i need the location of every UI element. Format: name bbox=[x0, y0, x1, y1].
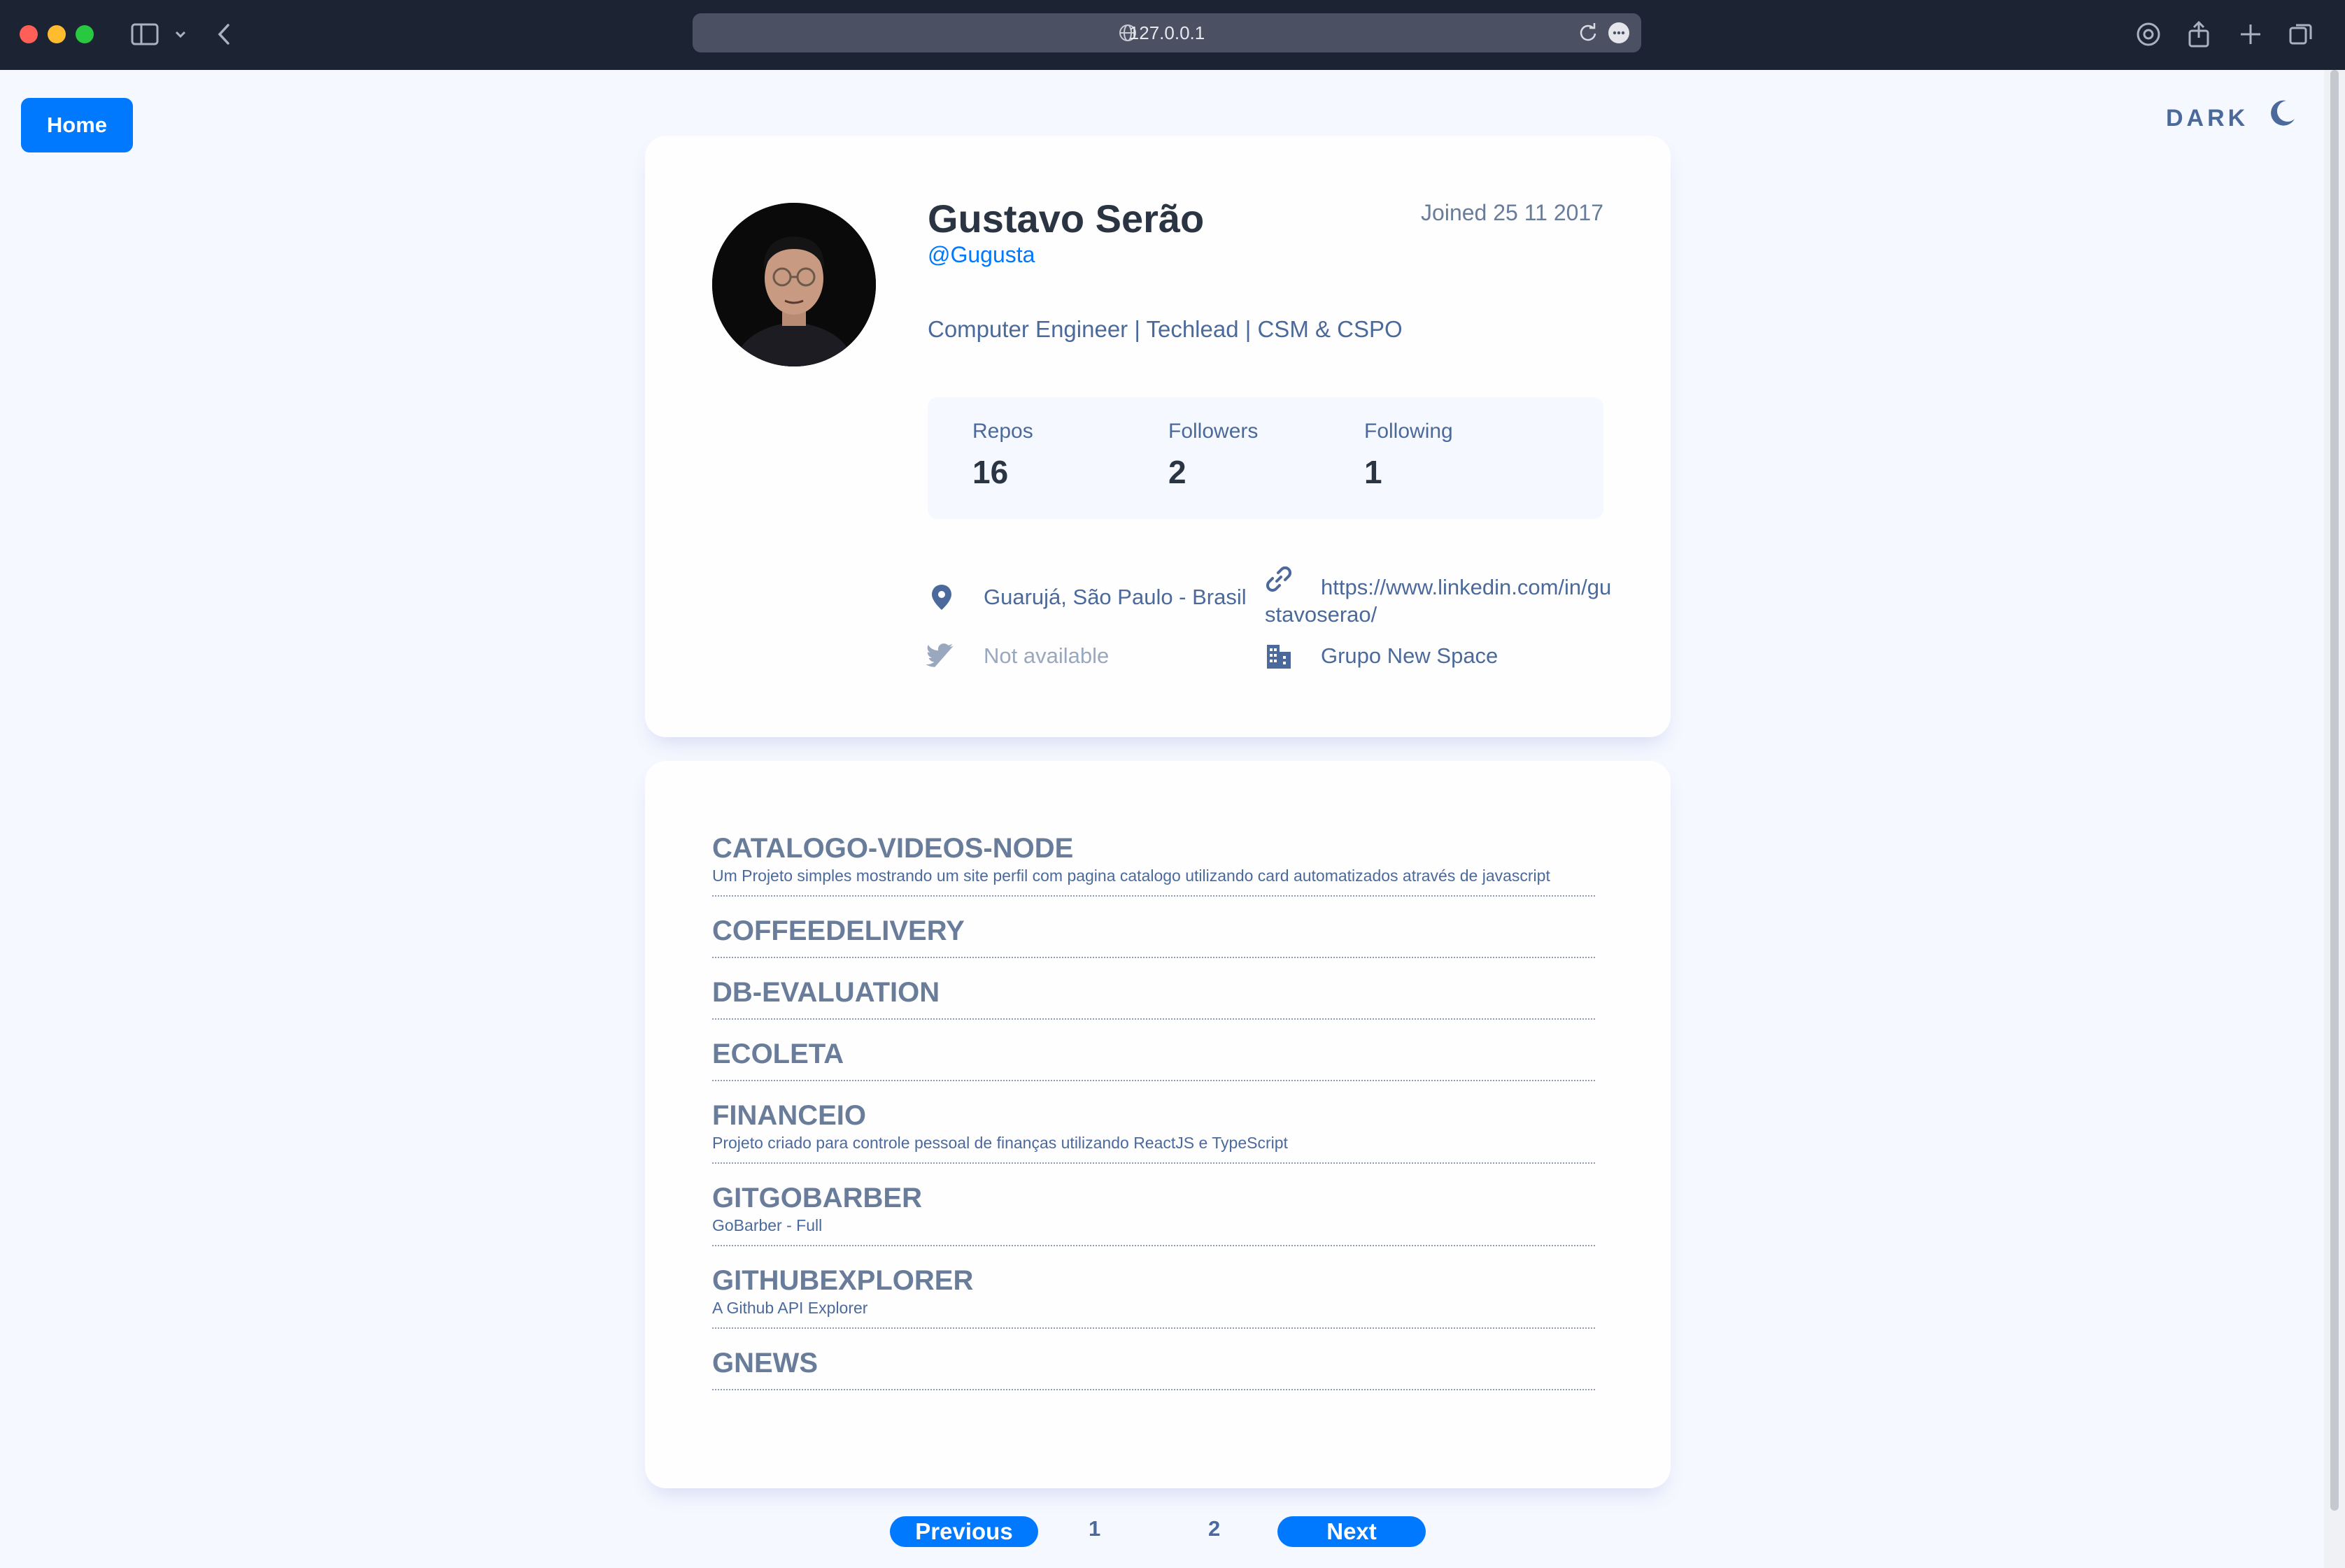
repo-item[interactable]: GITHUBEXPLORER A Github API Explorer bbox=[712, 1263, 1595, 1329]
website-line-1: https://www.linkedin.com/in/gu bbox=[1321, 575, 1612, 599]
page-scrollbar[interactable] bbox=[2324, 70, 2345, 1568]
repo-name[interactable]: GITHUBEXPLORER bbox=[712, 1263, 1595, 1297]
reload-icon[interactable] bbox=[1577, 22, 1599, 44]
avatar bbox=[712, 203, 876, 366]
twitter-text: Not available bbox=[984, 643, 1110, 668]
website-line-2: stavoserao/ bbox=[1265, 602, 1377, 627]
repo-item[interactable]: DB-EVALUATION bbox=[712, 975, 1595, 1020]
building-icon bbox=[1267, 645, 1291, 669]
page-number-1[interactable]: 1 bbox=[1089, 1516, 1100, 1541]
stat-following: Following 1 bbox=[1364, 420, 1453, 491]
stat-followers: Followers 2 bbox=[1168, 420, 1258, 491]
repo-item[interactable]: GITGOBARBER GoBarber - Full bbox=[712, 1181, 1595, 1246]
repo-description: Projeto criado para controle pessoal de … bbox=[712, 1134, 1288, 1152]
repo-item[interactable]: GNEWS bbox=[712, 1346, 1595, 1390]
sidebar-toggle-icon[interactable] bbox=[129, 18, 161, 50]
repo-name[interactable]: CATALOGO-VIDEOS-NODE bbox=[712, 831, 1595, 864]
repo-name[interactable]: DB-EVALUATION bbox=[712, 975, 1595, 1008]
stat-repos-label: Repos bbox=[972, 420, 1033, 443]
moon-icon bbox=[2271, 100, 2295, 126]
chevron-down-icon[interactable] bbox=[171, 18, 190, 50]
url-text[interactable]: 127.0.0.1 bbox=[693, 13, 1641, 52]
scrollbar-thumb[interactable] bbox=[2330, 70, 2339, 1511]
repo-item[interactable]: CATALOGO-VIDEOS-NODE Um Projeto simples … bbox=[712, 831, 1595, 897]
profile-bio: Computer Engineer | Techlead | CSM & CSP… bbox=[928, 316, 1403, 342]
previous-page-button[interactable]: Previous bbox=[890, 1516, 1038, 1547]
stat-following-label: Following bbox=[1364, 420, 1453, 443]
location-text: Guarujá, São Paulo - Brasil bbox=[984, 585, 1247, 609]
repo-item[interactable]: FINANCEIO Projeto criado para controle p… bbox=[712, 1098, 1595, 1164]
repo-name[interactable]: GNEWS bbox=[712, 1346, 1595, 1379]
maximize-window-button[interactable] bbox=[76, 25, 94, 43]
profile-handle-link[interactable]: @Gugusta bbox=[928, 242, 1035, 268]
share-icon[interactable] bbox=[2183, 18, 2215, 50]
stat-repos-value: 16 bbox=[972, 454, 1009, 490]
more-options-icon[interactable] bbox=[1608, 22, 1630, 44]
location-pin-icon bbox=[932, 585, 951, 610]
stat-followers-value: 2 bbox=[1168, 454, 1186, 490]
repo-item[interactable]: COFFEEDELIVERY bbox=[712, 913, 1595, 958]
pagination: Previous 1 2 Next bbox=[0, 1513, 2324, 1548]
repo-description: GoBarber - Full bbox=[712, 1216, 823, 1234]
repo-description: A Github API Explorer bbox=[712, 1299, 868, 1317]
theme-toggle-label: DARK bbox=[2166, 105, 2249, 131]
next-page-button[interactable]: Next bbox=[1277, 1516, 1426, 1547]
joined-date: Joined 25 11 2017 bbox=[1421, 200, 1603, 225]
address-bar[interactable]: 127.0.0.1 bbox=[693, 13, 1641, 52]
repo-name[interactable]: ECOLETA bbox=[712, 1036, 1595, 1070]
close-window-button[interactable] bbox=[20, 25, 38, 43]
new-tab-icon[interactable] bbox=[2234, 18, 2267, 50]
repo-name[interactable]: GITGOBARBER bbox=[712, 1181, 1595, 1214]
page-number-2[interactable]: 2 bbox=[1208, 1516, 1220, 1541]
twitter-icon bbox=[926, 643, 954, 667]
extensions-icon[interactable] bbox=[2132, 18, 2165, 50]
profile-name: Gustavo Serão bbox=[928, 197, 1205, 241]
profile-card: Gustavo Serão @Gugusta Joined 25 11 2017… bbox=[645, 136, 1671, 737]
repo-name[interactable]: COFFEEDELIVERY bbox=[712, 913, 1595, 947]
back-icon[interactable] bbox=[208, 18, 241, 50]
repo-item[interactable]: ECOLETA bbox=[712, 1036, 1595, 1081]
home-button[interactable]: Home bbox=[21, 98, 133, 152]
repo-name[interactable]: FINANCEIO bbox=[712, 1098, 1595, 1132]
repo-list: CATALOGO-VIDEOS-NODE Um Projeto simples … bbox=[712, 831, 1595, 1407]
stats-panel: Repos 16 Followers 2 Following 1 bbox=[928, 397, 1603, 519]
repo-description: Um Projeto simples mostrando um site per… bbox=[712, 867, 1550, 885]
stat-following-value: 1 bbox=[1364, 454, 1382, 490]
company-text: Grupo New Space bbox=[1321, 643, 1499, 668]
theme-toggle[interactable]: DARK bbox=[2155, 97, 2309, 138]
browser-toolbar: 127.0.0.1 bbox=[0, 0, 2345, 70]
minimize-window-button[interactable] bbox=[48, 25, 66, 43]
tab-overview-icon[interactable] bbox=[2285, 18, 2317, 50]
stat-repos: Repos 16 bbox=[972, 420, 1033, 491]
stat-followers-label: Followers bbox=[1168, 420, 1259, 443]
avatar-portrait bbox=[712, 203, 876, 366]
repos-card: CATALOGO-VIDEOS-NODE Um Projeto simples … bbox=[645, 761, 1671, 1488]
website-link[interactable]: https://www.linkedin.com/in/gu stavosera… bbox=[1265, 573, 1611, 628]
